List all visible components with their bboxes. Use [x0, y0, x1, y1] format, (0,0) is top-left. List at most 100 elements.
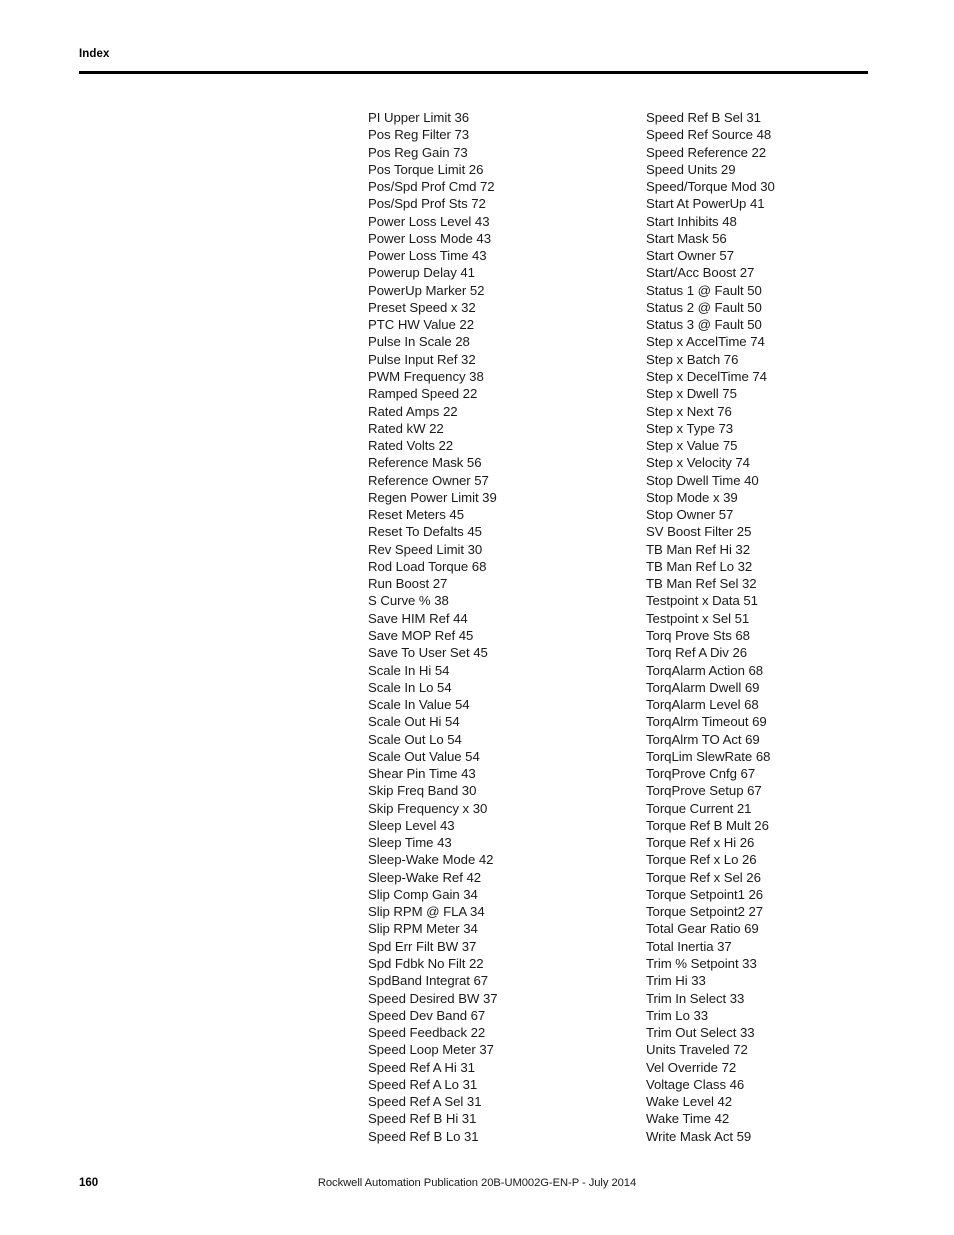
- index-entry: Pos Torque Limit 26: [368, 161, 484, 177]
- index-entry: Start Inhibits 48: [646, 213, 737, 229]
- index-entry: Torq Ref A Div 26: [646, 645, 748, 661]
- index-entry: Pos/Spd Prof Sts 72: [368, 196, 486, 212]
- index-entry: Speed Ref B Sel 31: [646, 110, 761, 125]
- index-entry: Rated kW 22: [368, 420, 444, 436]
- index-entry: Reset Meters 45: [368, 507, 464, 523]
- running-header: Index: [79, 48, 869, 61]
- index-entry: Testpoint x Sel 51: [646, 610, 750, 626]
- index-entry: Slip RPM Meter 34: [368, 921, 478, 937]
- index-entry: Speed Feedback 22: [368, 1025, 486, 1041]
- index-entry: Wake Time 42: [646, 1111, 730, 1127]
- index-entry: Regen Power Limit 39: [368, 489, 497, 505]
- footer-publication-line: Rockwell Automation Publication 20B-UM00…: [317, 1177, 637, 1189]
- index-entry: S Curve % 38: [368, 593, 449, 609]
- index-entry: Speed/Torque Mod 30: [646, 179, 775, 195]
- index-entry: PI Upper Limit 36: [368, 110, 470, 125]
- index-entry: Speed Ref B Hi 31: [368, 1111, 477, 1127]
- index-entry: Torque Ref B Mult 26: [646, 817, 769, 833]
- index-entry: Reference Mask 56: [368, 455, 482, 471]
- index-entry: Save MOP Ref 45: [368, 627, 474, 643]
- index-entry: Pos Reg Gain 73: [368, 144, 468, 160]
- index-entry: Speed Ref A Lo 31: [368, 1076, 478, 1092]
- index-entry: Speed Reference 22: [646, 144, 767, 160]
- index-entry: Speed Ref A Hi 31: [368, 1059, 475, 1075]
- index-entry: PowerUp Marker 52: [368, 282, 485, 298]
- index-entry: Speed Ref Source 48: [646, 127, 772, 143]
- index-entry: Start Owner 57: [646, 248, 734, 264]
- index-entry: Trim % Setpoint 33: [646, 956, 757, 972]
- index-entry: Units Traveled 72: [646, 1042, 748, 1058]
- index-entry: Power Loss Level 43: [368, 213, 490, 229]
- index-entry: TorqAlarm Dwell 69: [646, 679, 760, 695]
- index-entry: PWM Frequency 38: [368, 368, 484, 384]
- index-entry: Pos Reg Filter 73: [368, 127, 470, 143]
- index-entry: Step x AccelTime 74: [646, 334, 765, 350]
- index-entry: Trim In Select 33: [646, 990, 745, 1006]
- index-entry: Sleep-Wake Mode 42: [368, 852, 494, 868]
- index-entry: Skip Frequency x 30: [368, 800, 488, 816]
- index-entry: TorqAlarm Action 68: [646, 662, 764, 678]
- index-entry: Torque Ref x Hi 26: [646, 835, 755, 851]
- index-entry: Speed Dev Band 67: [368, 1007, 486, 1023]
- index-entry: Voltage Class 46: [646, 1076, 745, 1092]
- header-divider-rule: [79, 71, 868, 75]
- index-entry: Start At PowerUp 41: [646, 196, 765, 212]
- index-entry: Scale In Hi 54: [368, 662, 450, 678]
- index-entry: Sleep Time 43: [368, 835, 452, 851]
- index-entry: Start/Acc Boost 27: [646, 265, 755, 281]
- index-entry: PTC HW Value 22: [368, 317, 475, 333]
- index-entry: Step x Value 75: [646, 438, 738, 454]
- index-entry: Preset Speed x 32: [368, 299, 476, 315]
- index-entry: Status 3 @ Fault 50: [646, 317, 762, 333]
- index-entry: TorqAlrm Timeout 69: [646, 714, 767, 730]
- index-entry: Total Gear Ratio 69: [646, 921, 759, 937]
- index-entry: Slip Comp Gain 34: [368, 886, 478, 902]
- index-entry: Rated Volts 22: [368, 438, 454, 454]
- index-entry: Pulse In Scale 28: [368, 334, 470, 350]
- index-entry: Testpoint x Data 51: [646, 593, 758, 609]
- index-entry: Save To User Set 45: [368, 645, 488, 661]
- index-entry: Speed Loop Meter 37: [368, 1042, 494, 1058]
- index-entry: Speed Units 29: [646, 161, 736, 177]
- index-entry: Slip RPM @ FLA 34: [368, 904, 485, 920]
- index-entry: Torque Current 21: [646, 800, 752, 816]
- index-entry: Reset To Defalts 45: [368, 524, 482, 540]
- index-entry: Start Mask 56: [646, 230, 727, 246]
- index-entry: Power Loss Time 43: [368, 248, 487, 264]
- index-entry: Rated Amps 22: [368, 403, 458, 419]
- index-entry: Status 1 @ Fault 50: [646, 282, 762, 298]
- index-entry: TorqProve Setup 67: [646, 783, 762, 799]
- index-column-left: PI Upper Limit 36 Pos Reg Filter 73 Pos Re…: [368, 109, 638, 1145]
- index-entry: TB Man Ref Sel 32: [646, 576, 757, 592]
- index-entry: Powerup Delay 41: [368, 265, 475, 281]
- index-entry: Shear Pin Time 43: [368, 766, 476, 782]
- index-entry: Torque Setpoint2 27: [646, 904, 764, 920]
- index-entry: SV Boost Filter 25: [646, 524, 752, 540]
- index-entry: Run Boost 27: [368, 576, 448, 592]
- index-entry: TorqAlrm TO Act 69: [646, 731, 760, 747]
- index-entry: Save HIM Ref 44: [368, 610, 468, 626]
- index-entry: Trim Hi 33: [646, 973, 706, 989]
- index-entry: SpdBand Integrat 67: [368, 973, 489, 989]
- index-entry: Write Mask Act 59: [646, 1128, 752, 1144]
- index-entry: Vel Override 72: [646, 1059, 737, 1075]
- index-entry: Trim Out Select 33: [646, 1025, 755, 1041]
- index-entry: Speed Desired BW 37: [368, 990, 498, 1006]
- index-entry: Scale In Value 54: [368, 697, 470, 713]
- index-entry: Step x Type 73: [646, 420, 734, 436]
- index-entry: Total Inertia 37: [646, 938, 732, 954]
- index-entry: Reference Owner 57: [368, 472, 489, 488]
- index-entry: Power Loss Mode 43: [368, 230, 491, 246]
- index-entry: TorqProve Cnfg 67: [646, 766, 756, 782]
- index-entry: TB Man Ref Hi 32: [646, 541, 751, 557]
- index-column-right: Speed Ref B Sel 31 Speed Ref Source 48 Spe…: [646, 109, 916, 1145]
- page-title: Index: [79, 48, 110, 60]
- index-entry: Rod Load Torque 68: [368, 558, 487, 574]
- index-entry: Torque Setpoint1 26: [646, 886, 764, 902]
- index-entry: Scale Out Hi 54: [368, 714, 460, 730]
- index-entry: Spd Fdbk No Filt 22: [368, 956, 484, 972]
- page-footer: 160 Rockwell Automation Publication 20B-…: [0, 1176, 954, 1196]
- index-entry: Status 2 @ Fault 50: [646, 299, 762, 315]
- index-entry: Torque Ref x Lo 26: [646, 852, 757, 868]
- index-entry: Stop Dwell Time 40: [646, 472, 759, 488]
